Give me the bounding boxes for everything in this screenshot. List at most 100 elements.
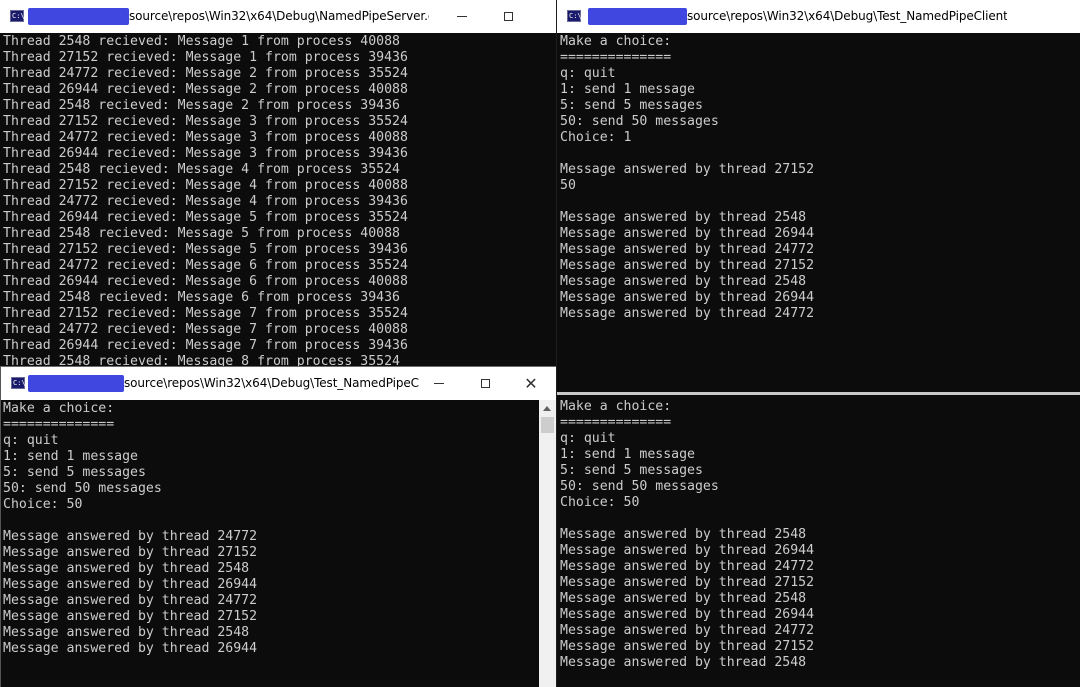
console-line: 1: send 1 message xyxy=(3,449,138,464)
console-line: ============== xyxy=(560,50,672,65)
console-line: Message answered by thread 2548 xyxy=(560,210,807,225)
client-console-window-top-right[interactable]: C:\ source\repos\Win32\x64\Debug\Test_Na… xyxy=(557,0,1080,392)
console-line: Message answered by thread 2548 xyxy=(560,655,807,670)
console-line: 50: send 50 messages xyxy=(3,481,162,496)
console-line: Thread 24772 recieved: Message 6 from pr… xyxy=(3,258,408,273)
console-line: q: quit xyxy=(560,431,616,446)
client-console-output: Make a choice: ============== q: quit 1: se… xyxy=(560,34,814,322)
console-line: Thread 27152 recieved: Message 5 from pr… xyxy=(3,242,408,257)
console-line: Thread 26944 recieved: Message 6 from pr… xyxy=(3,274,408,289)
console-line: 50: send 50 messages xyxy=(560,479,719,494)
console-line: Thread 26944 recieved: Message 3 from pr… xyxy=(3,146,408,161)
server-title-bar[interactable]: C:\ source\repos\Win32\x64\Debug\NamedPi… xyxy=(0,0,556,33)
window-border xyxy=(557,392,1080,395)
console-line: Thread 2548 recieved: Message 1 from pro… xyxy=(3,34,400,49)
console-line: ============== xyxy=(3,417,115,432)
console-line: 1: send 1 message xyxy=(560,82,695,97)
console-line: q: quit xyxy=(3,433,59,448)
vertical-scrollbar[interactable] xyxy=(539,400,556,687)
server-console-output: Thread 2548 recieved: Message 1 from pro… xyxy=(3,34,408,370)
console-line: Message answered by thread 26944 xyxy=(560,290,815,305)
console-line: Thread 24772 recieved: Message 7 from pr… xyxy=(3,322,408,337)
redacted-path-segment xyxy=(588,8,687,25)
console-line: Message answered by thread 24772 xyxy=(560,306,815,321)
console-line: Message answered by thread 2548 xyxy=(560,591,807,606)
window-border xyxy=(556,0,557,687)
console-app-icon[interactable]: C:\ xyxy=(11,377,26,389)
console-line: Make a choice: xyxy=(560,34,672,49)
console-line: Message answered by thread 24772 xyxy=(3,529,258,544)
window-title: source\repos\Win32\x64\Debug\NamedPipeSe… xyxy=(129,9,429,23)
console-line: Message answered by thread 27152 xyxy=(560,162,815,177)
console-line: Message answered by thread 24772 xyxy=(560,559,815,574)
console-line: Message answered by thread 26944 xyxy=(560,543,815,558)
console-line: Thread 2548 recieved: Message 2 from pro… xyxy=(3,98,400,113)
console-line: Thread 2548 recieved: Message 4 from pro… xyxy=(3,162,400,177)
client-console-window-bottom-right[interactable]: Make a choice: ============== q: quit 1: se… xyxy=(557,398,1080,687)
window-title: source\repos\Win32\x64\Debug\Test_NamedP… xyxy=(124,376,419,390)
console-line: 1: send 1 message xyxy=(560,447,695,462)
console-line: Thread 27152 recieved: Message 7 from pr… xyxy=(3,306,408,321)
console-line: Message answered by thread 2548 xyxy=(560,274,807,289)
console-line: Message answered by thread 24772 xyxy=(3,593,258,608)
console-line: Message answered by thread 26944 xyxy=(560,607,815,622)
client-console-window-bottom-left[interactable]: C:\ source\repos\Win32\x64\Debug\Test_Na… xyxy=(0,366,556,687)
console-line: Thread 26944 recieved: Message 7 from pr… xyxy=(3,338,408,353)
console-line: Message answered by thread 2548 xyxy=(3,561,250,576)
console-line: Message answered by thread 26944 xyxy=(3,641,258,656)
console-line: Thread 27152 recieved: Message 4 from pr… xyxy=(3,178,408,193)
console-line: Thread 24772 recieved: Message 4 from pr… xyxy=(3,194,408,209)
redacted-path-segment xyxy=(28,8,129,25)
console-line: Thread 24772 recieved: Message 2 from pr… xyxy=(3,66,408,81)
server-console-window[interactable]: C:\ source\repos\Win32\x64\Debug\NamedPi… xyxy=(0,0,556,370)
window-title: source\repos\Win32\x64\Debug\Test_NamedP… xyxy=(687,9,1007,23)
console-line: Message answered by thread 27152 xyxy=(560,575,815,590)
close-button[interactable]: ✕ xyxy=(508,367,554,400)
console-line: Message answered by thread 2548 xyxy=(3,625,250,640)
console-line: 50 xyxy=(560,178,576,193)
console-line: 5: send 5 messages xyxy=(3,465,146,480)
scroll-up-arrow-icon[interactable] xyxy=(539,400,556,417)
console-line: 50: send 50 messages xyxy=(560,114,719,129)
console-line: Choice: 1 xyxy=(560,130,632,145)
console-line: Message answered by thread 27152 xyxy=(3,609,258,624)
console-line: Message answered by thread 26944 xyxy=(3,577,258,592)
maximize-button[interactable] xyxy=(462,367,508,400)
console-line: Thread 24772 recieved: Message 3 from pr… xyxy=(3,130,408,145)
scrollbar-thumb[interactable] xyxy=(541,417,554,433)
console-line: Thread 2548 recieved: Message 5 from pro… xyxy=(3,226,400,241)
console-line: Message answered by thread 24772 xyxy=(560,242,815,257)
console-app-icon[interactable]: C:\ xyxy=(10,10,25,22)
console-line: Message answered by thread 26944 xyxy=(560,226,815,241)
console-line: Message answered by thread 27152 xyxy=(3,545,258,560)
client-console-output: Make a choice: ============== q: quit 1: se… xyxy=(3,401,257,657)
console-line: Make a choice: xyxy=(3,401,115,416)
console-app-icon[interactable]: C:\ xyxy=(567,10,582,22)
console-line: Thread 26944 recieved: Message 2 from pr… xyxy=(3,82,408,97)
console-line: Message answered by thread 2548 xyxy=(560,527,807,542)
console-line: 5: send 5 messages xyxy=(560,463,703,478)
console-line: Thread 27152 recieved: Message 3 from pr… xyxy=(3,114,408,129)
console-line: Choice: 50 xyxy=(3,497,83,512)
console-line: Message answered by thread 24772 xyxy=(560,623,815,638)
console-line: Choice: 50 xyxy=(560,495,640,510)
client-title-bar[interactable]: C:\ source\repos\Win32\x64\Debug\Test_Na… xyxy=(557,0,1080,33)
console-line: Message answered by thread 27152 xyxy=(560,258,815,273)
console-line: 5: send 5 messages xyxy=(560,98,703,113)
redacted-path-segment xyxy=(28,375,124,392)
console-line: ============== xyxy=(560,415,672,430)
client-console-output: Make a choice: ============== q: quit 1: se… xyxy=(560,399,814,671)
console-line: Thread 27152 recieved: Message 1 from pr… xyxy=(3,50,408,65)
console-line: Thread 26944 recieved: Message 5 from pr… xyxy=(3,210,408,225)
console-line: Message answered by thread 27152 xyxy=(560,639,815,654)
client-title-bar[interactable]: C:\ source\repos\Win32\x64\Debug\Test_Na… xyxy=(1,367,556,400)
maximize-button[interactable] xyxy=(485,0,531,33)
console-line: Thread 2548 recieved: Message 6 from pro… xyxy=(3,290,400,305)
console-line: Make a choice: xyxy=(560,399,672,414)
minimize-button[interactable] xyxy=(416,367,462,400)
minimize-button[interactable] xyxy=(439,0,485,33)
